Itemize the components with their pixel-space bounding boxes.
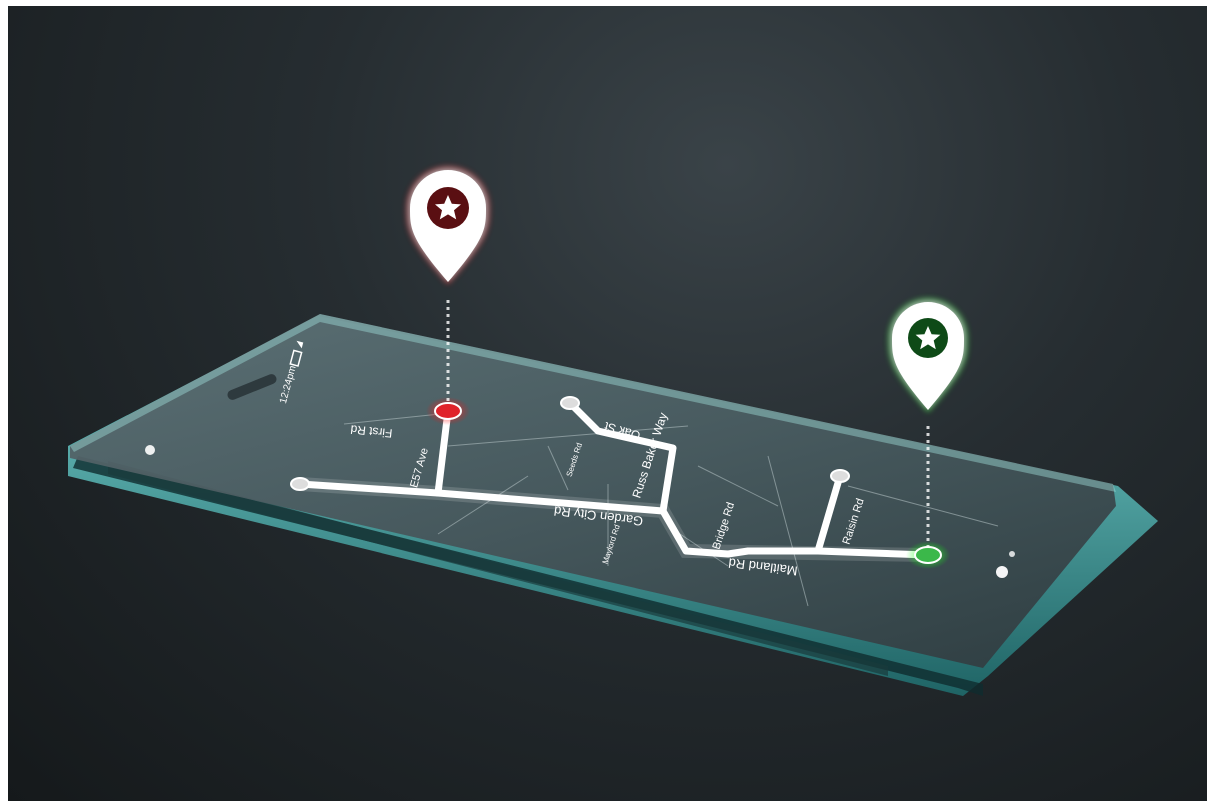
end-location-dot[interactable] xyxy=(914,546,942,564)
phone-map-scene: 12:24pm First Rd E57 Ave Oak St Seeds Rd… xyxy=(8,6,1207,801)
scene-svg: 12:24pm First Rd E57 Ave Oak St Seeds Rd… xyxy=(68,166,1158,696)
route-node-east[interactable] xyxy=(830,469,850,483)
start-pin[interactable] xyxy=(406,166,490,285)
end-pin[interactable] xyxy=(888,298,968,413)
sensor-dot xyxy=(1009,551,1015,557)
route-node-west[interactable] xyxy=(290,477,310,491)
start-location-dot[interactable] xyxy=(434,402,462,420)
front-camera xyxy=(145,445,155,455)
route-node-north[interactable] xyxy=(560,396,580,410)
home-button-dot xyxy=(996,566,1008,578)
